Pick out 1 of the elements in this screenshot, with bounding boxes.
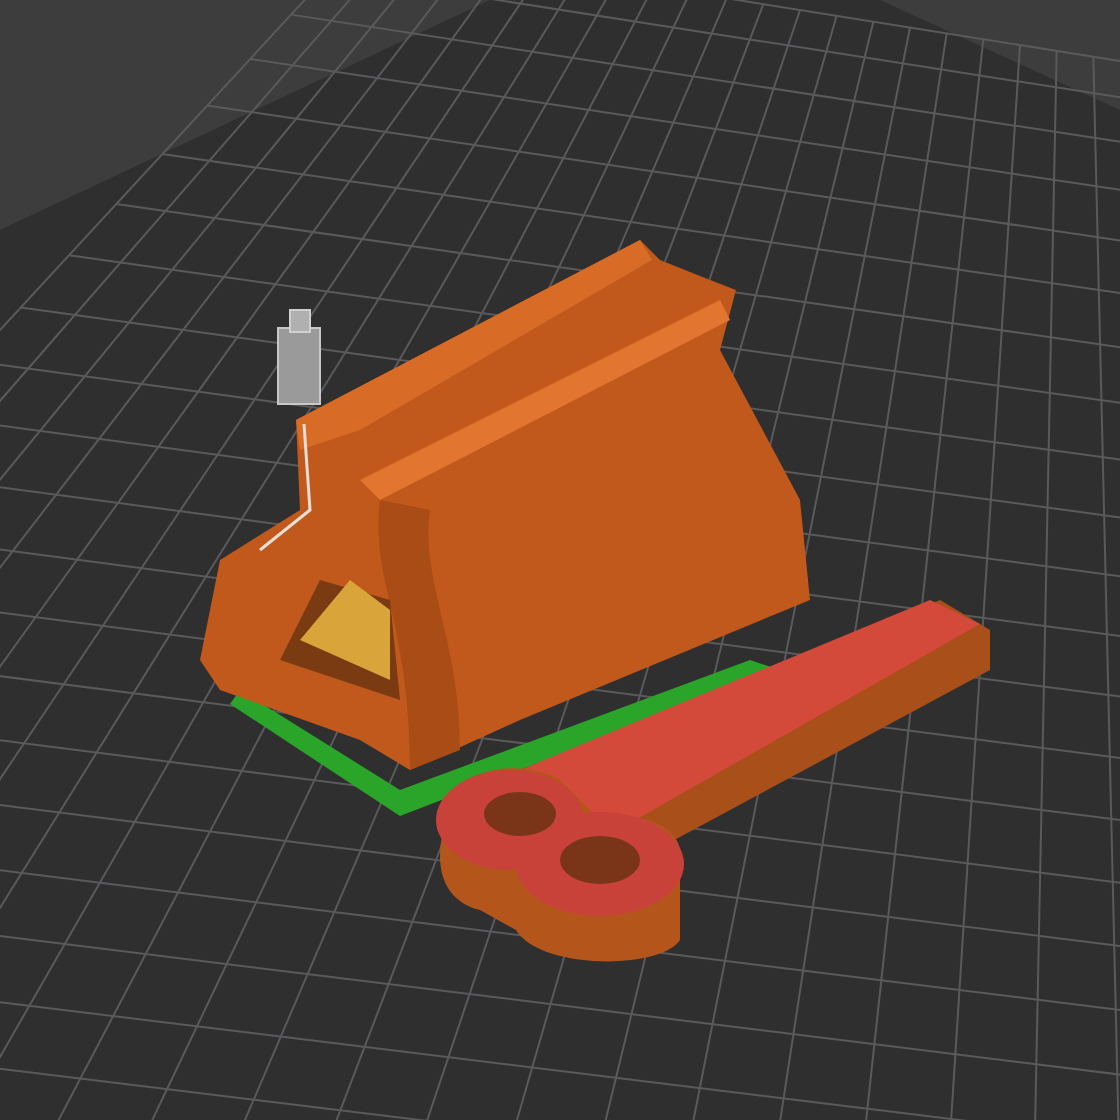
tower-drawing	[277, 309, 321, 405]
